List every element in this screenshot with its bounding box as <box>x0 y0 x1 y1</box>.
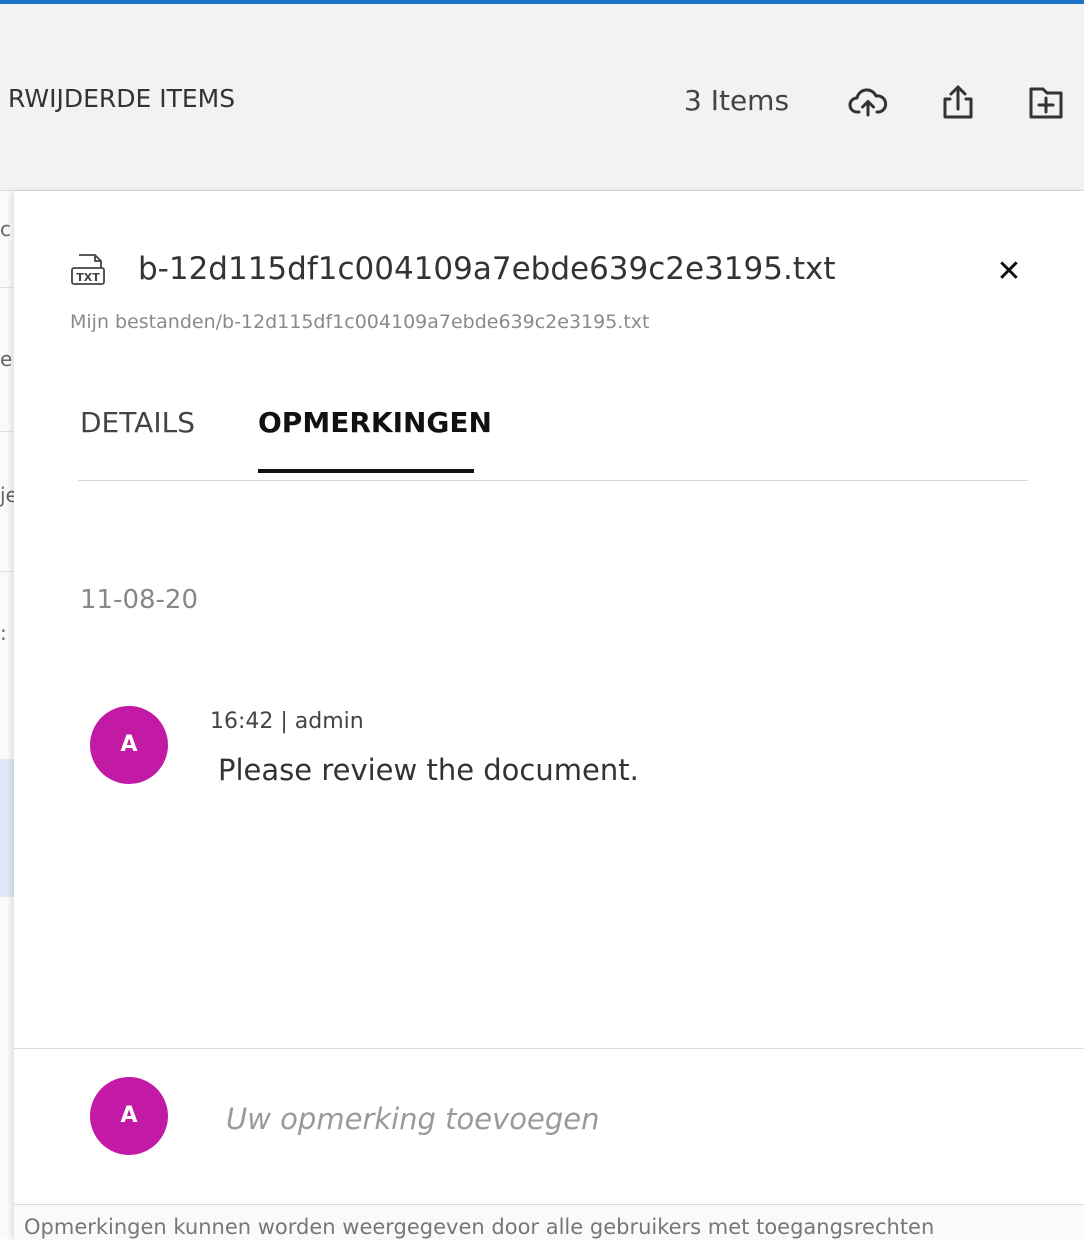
share-upload-icon[interactable] <box>938 82 978 122</box>
background-list-edge: c e je : <box>0 191 18 1239</box>
details-panel: TXT b-12d115df1c004109a7ebde639c2e3195.t… <box>14 191 1084 1240</box>
comment-text: Please review the document. <box>218 753 639 787</box>
new-folder-icon[interactable] <box>1026 82 1066 122</box>
svg-text:TXT: TXT <box>76 271 100 284</box>
row-divider <box>0 571 14 572</box>
page-title: RWIJDERDE ITEMS <box>8 84 236 113</box>
close-button[interactable]: ✕ <box>992 255 1026 289</box>
txt-file-icon: TXT <box>70 253 108 289</box>
panel-tabs: DETAILS OPMERKINGEN <box>78 396 1028 481</box>
comments-date: 11-08-20 <box>80 585 199 615</box>
tab-details[interactable]: DETAILS <box>80 406 195 439</box>
file-path: Mijn bestanden/b-12d115df1c004109a7ebde6… <box>70 311 650 333</box>
avatar: A <box>90 706 168 784</box>
toolbar: RWIJDERDE ITEMS 3 Items <box>0 4 1084 191</box>
comment-input[interactable] <box>224 1093 1048 1145</box>
list-text-fragment: c <box>0 217 11 241</box>
list-text-fragment: e <box>0 347 13 371</box>
tab-opmerkingen[interactable]: OPMERKINGEN <box>258 406 492 439</box>
item-count: 3 Items <box>684 84 790 117</box>
file-name: b-12d115df1c004109a7ebde639c2e3195.txt <box>138 251 836 287</box>
avatar: A <box>90 1077 168 1155</box>
row-divider <box>0 287 14 288</box>
active-tab-indicator <box>258 469 474 473</box>
list-text-fragment: : <box>0 621 7 645</box>
row-divider <box>0 431 14 432</box>
selected-row-edge <box>0 759 14 897</box>
cloud-upload-icon[interactable] <box>848 82 888 122</box>
comments-visibility-note: Opmerkingen kunnen worden weergegeven do… <box>14 1204 1084 1240</box>
comment-meta: 16:42 | admin <box>210 709 364 734</box>
comment-compose: A <box>14 1048 1084 1205</box>
